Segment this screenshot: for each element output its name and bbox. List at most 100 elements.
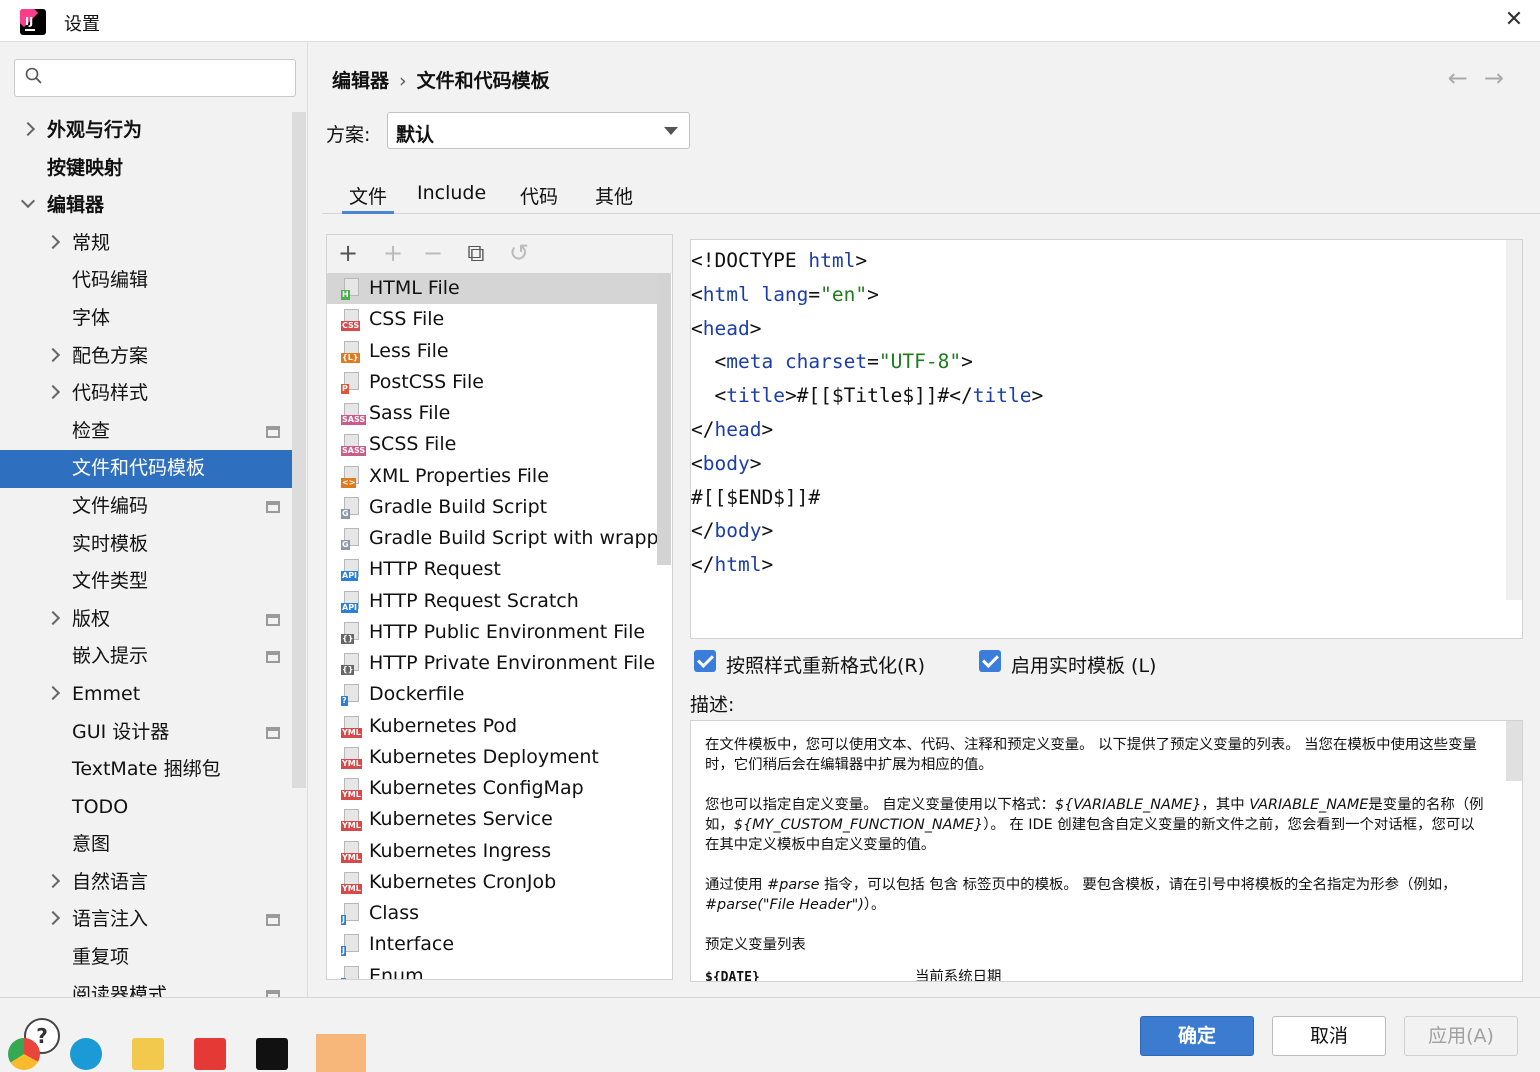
template-list-scrollbar[interactable] bbox=[657, 273, 671, 565]
sidebar-item[interactable]: GUI 设计器 bbox=[0, 714, 292, 752]
tab-code[interactable]: 代码 bbox=[520, 182, 558, 214]
tab-include[interactable]: Include bbox=[417, 182, 486, 214]
sidebar-item[interactable]: 外观与行为 bbox=[0, 112, 292, 150]
apply-button[interactable]: 应用(A) bbox=[1404, 1016, 1518, 1056]
reformat-checkbox[interactable] bbox=[694, 650, 716, 672]
settings-tree: 外观与行为 按键映射 编辑器 常规 代码编辑 字体 配色方案 代码样式 检查 文件和代码模板 文件编… bbox=[0, 112, 292, 997]
reset-icon[interactable]: ↺ bbox=[507, 241, 531, 265]
sidebar-item[interactable]: 编辑器 bbox=[0, 187, 292, 225]
editor-scrollbar[interactable] bbox=[1506, 240, 1522, 600]
template-list-item[interactable]: {L} Less File bbox=[327, 336, 657, 367]
sidebar-item[interactable]: 文件类型 bbox=[0, 563, 292, 601]
template-list-item[interactable]: ? Dockerfile bbox=[327, 679, 657, 710]
chevron-right-icon[interactable] bbox=[45, 610, 61, 625]
sidebar-item[interactable]: 实时模板 bbox=[0, 526, 292, 564]
sidebar-item[interactable]: 重复项 bbox=[0, 939, 292, 977]
template-list-item[interactable]: YML Kubernetes ConfigMap bbox=[327, 773, 657, 804]
template-list-item[interactable]: YML Kubernetes Service bbox=[327, 804, 657, 835]
template-list-item[interactable]: J Class bbox=[327, 898, 657, 929]
tab-other[interactable]: 其他 bbox=[595, 182, 633, 214]
chevron-right-icon[interactable] bbox=[45, 685, 61, 700]
active-window-icon[interactable] bbox=[316, 1034, 366, 1072]
sidebar-item[interactable]: 常规 bbox=[0, 225, 292, 263]
template-list-item[interactable]: API HTTP Request bbox=[327, 554, 657, 585]
description-scrollbar[interactable] bbox=[1506, 721, 1522, 781]
sidebar-scrollbar[interactable] bbox=[292, 112, 306, 788]
code-token: html bbox=[714, 553, 762, 577]
ok-button[interactable]: 确定 bbox=[1140, 1016, 1254, 1056]
sidebar-item[interactable]: 嵌入提示 bbox=[0, 638, 292, 676]
chevron-down-icon[interactable] bbox=[20, 194, 36, 209]
sidebar-item[interactable]: 代码编辑 bbox=[0, 262, 292, 300]
sidebar-item[interactable]: 语言注入 bbox=[0, 901, 292, 939]
live-templates-label[interactable]: 启用实时模板 (L) bbox=[1011, 651, 1156, 678]
chrome-icon[interactable] bbox=[8, 1038, 40, 1070]
template-list-item[interactable]: YML Kubernetes Deployment bbox=[327, 742, 657, 773]
template-list-item[interactable]: API HTTP Request Scratch bbox=[327, 586, 657, 617]
template-list-item[interactable]: SASS SCSS File bbox=[327, 429, 657, 460]
template-editor[interactable]: <!DOCTYPE html> <html lang="en"> <head> <m… bbox=[690, 239, 1523, 639]
template-list-item[interactable]: CSS CSS File bbox=[327, 304, 657, 335]
template-list-item[interactable]: G Gradle Build Script with wrapper bbox=[327, 523, 657, 554]
template-list-item[interactable]: YML Kubernetes Ingress bbox=[327, 836, 657, 867]
back-arrow-icon[interactable]: ← bbox=[1448, 64, 1484, 92]
close-icon[interactable]: ✕ bbox=[1500, 6, 1528, 34]
template-list-item[interactable]: SASS Sass File bbox=[327, 398, 657, 429]
edge-icon[interactable] bbox=[70, 1038, 102, 1070]
search-box[interactable] bbox=[14, 59, 296, 97]
template-name: Enum bbox=[369, 964, 424, 980]
file-type-icon: CSS bbox=[341, 309, 363, 332]
sidebar-item[interactable]: 按键映射 bbox=[0, 150, 292, 188]
chevron-right-icon[interactable] bbox=[45, 911, 61, 926]
sidebar-item[interactable]: TODO bbox=[0, 789, 292, 827]
sidebar-item[interactable]: 阅读器模式 bbox=[0, 977, 292, 997]
sidebar-item[interactable]: 配色方案 bbox=[0, 338, 292, 376]
template-list-item[interactable]: YML Kubernetes CronJob bbox=[327, 867, 657, 898]
chevron-right-icon[interactable] bbox=[45, 873, 61, 888]
template-list-item[interactable]: H HTML File bbox=[327, 273, 657, 305]
forward-arrow-icon[interactable]: → bbox=[1484, 64, 1520, 92]
reformat-label[interactable]: 按照样式重新格式化(R) bbox=[726, 651, 925, 678]
file-tag-icon: YML bbox=[341, 852, 362, 863]
template-list-item[interactable]: YML Kubernetes Pod bbox=[327, 711, 657, 742]
template-list-item[interactable]: <> XML Properties File bbox=[327, 461, 657, 492]
breadcrumb-parent[interactable]: 编辑器 bbox=[332, 70, 389, 92]
folder-icon[interactable] bbox=[132, 1038, 164, 1070]
template-list-item[interactable]: J Interface bbox=[327, 929, 657, 960]
code-content[interactable]: <!DOCTYPE html> <html lang="en"> <head> <m… bbox=[691, 244, 1043, 582]
add-icon[interactable]: + bbox=[336, 241, 360, 265]
sidebar-item[interactable]: 字体 bbox=[0, 300, 292, 338]
template-list-item[interactable]: J Enum bbox=[327, 961, 657, 980]
sidebar-item[interactable]: Emmet bbox=[0, 676, 292, 714]
file-type-icon: {L} bbox=[341, 340, 363, 363]
search-input[interactable] bbox=[59, 66, 289, 90]
template-list-item[interactable]: P PostCSS File bbox=[327, 367, 657, 398]
template-list-item[interactable]: {} HTTP Private Environment File bbox=[327, 648, 657, 679]
chevron-right-icon[interactable] bbox=[45, 347, 61, 362]
sidebar-item[interactable]: TextMate 捆绑包 bbox=[0, 751, 292, 789]
remove-icon[interactable]: − bbox=[421, 241, 445, 265]
sidebar-item[interactable]: 自然语言 bbox=[0, 864, 292, 902]
chevron-right-icon[interactable] bbox=[20, 121, 36, 137]
add-child-icon[interactable]: + bbox=[381, 241, 405, 265]
sidebar-item[interactable]: 检查 bbox=[0, 413, 292, 451]
sidebar-item[interactable]: 版权 bbox=[0, 601, 292, 639]
code-token: > bbox=[1031, 384, 1044, 408]
sidebar-item[interactable]: 意图 bbox=[0, 826, 292, 864]
code-token: </ bbox=[691, 553, 715, 577]
cancel-button[interactable]: 取消 bbox=[1272, 1016, 1386, 1056]
intellij-taskbar-icon[interactable] bbox=[256, 1038, 288, 1070]
template-list-item[interactable]: G Gradle Build Script bbox=[327, 492, 657, 523]
copy-icon[interactable]: ⧉ bbox=[464, 241, 488, 265]
sidebar-item[interactable]: 文件和代码模板 bbox=[0, 450, 292, 488]
template-list-item[interactable]: {} HTTP Public Environment File bbox=[327, 617, 657, 648]
live-templates-checkbox[interactable] bbox=[979, 650, 1001, 672]
sidebar-item[interactable]: 代码样式 bbox=[0, 375, 292, 413]
sidebar-item[interactable]: 文件编码 bbox=[0, 488, 292, 526]
wps-icon[interactable] bbox=[194, 1038, 226, 1070]
scheme-dropdown[interactable]: 默认 bbox=[387, 112, 690, 149]
chevron-right-icon[interactable] bbox=[45, 234, 61, 249]
tab-files[interactable]: 文件 bbox=[342, 182, 394, 214]
chevron-right-icon[interactable] bbox=[45, 385, 61, 400]
file-tag-icon: {} bbox=[341, 633, 355, 644]
